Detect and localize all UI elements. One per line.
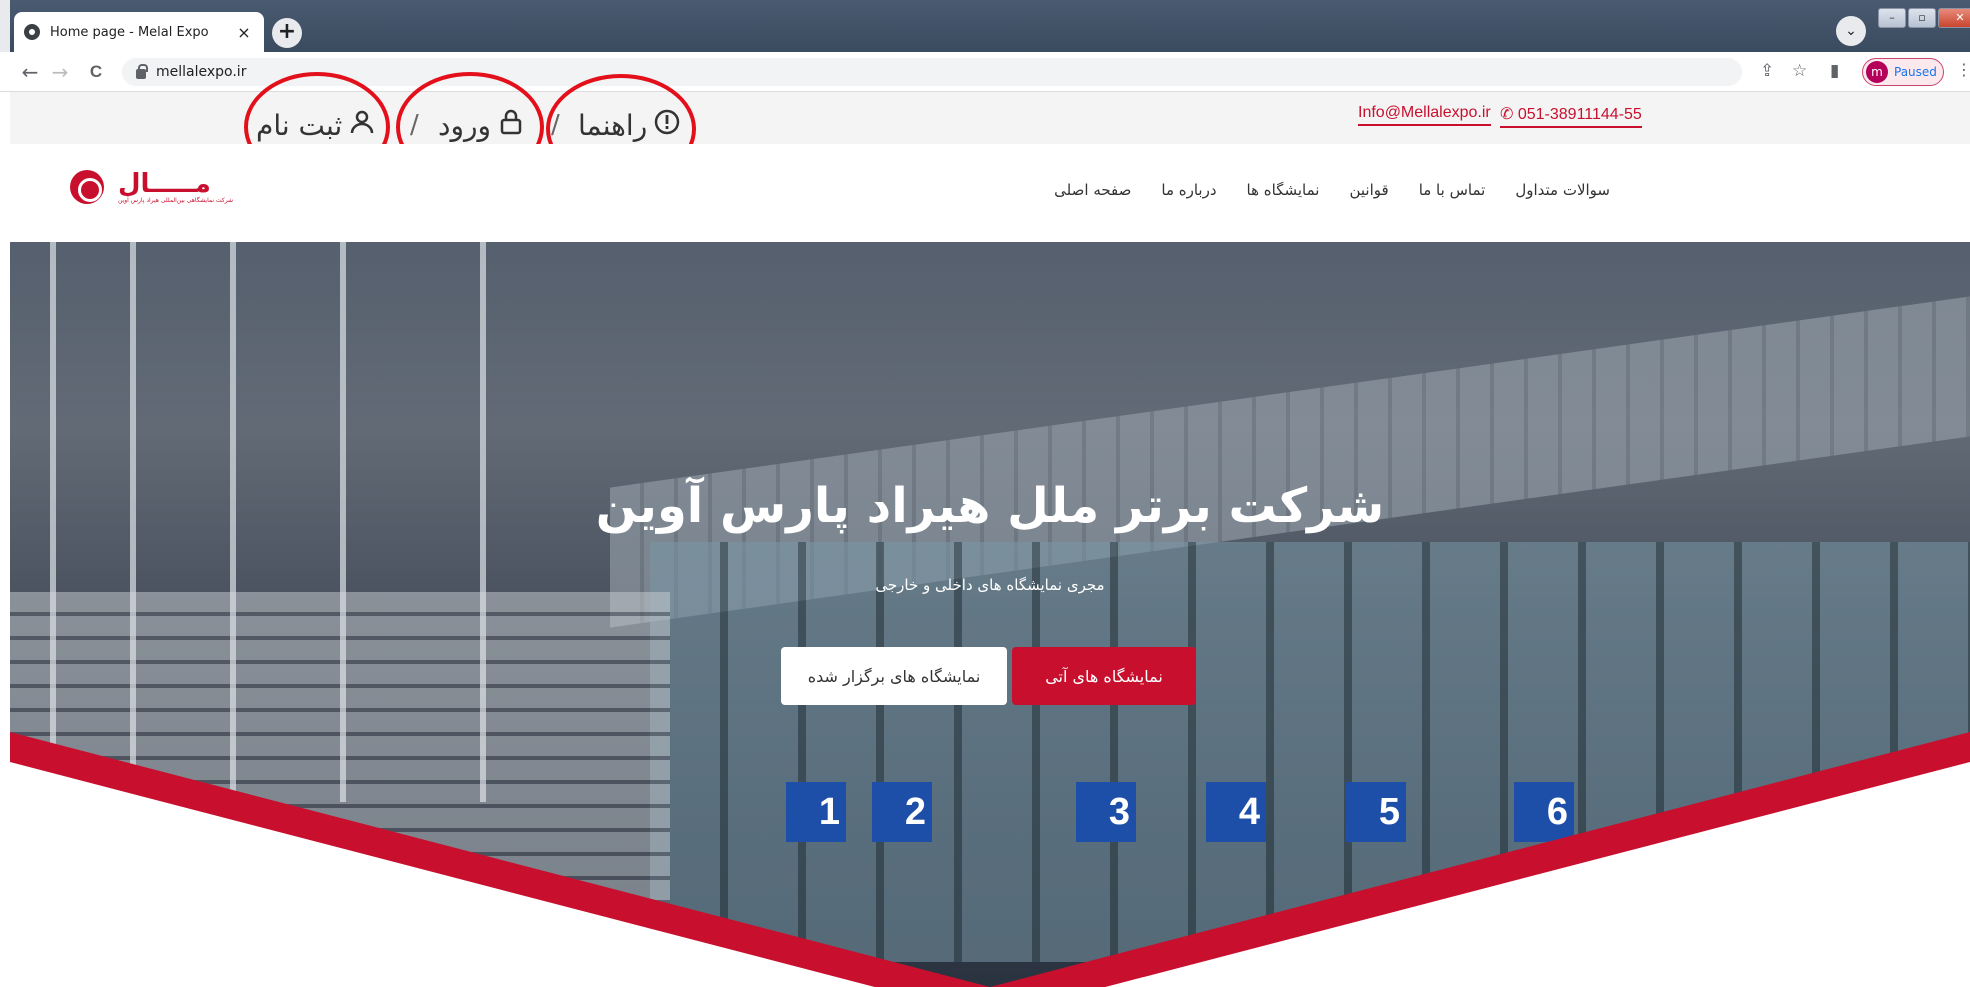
url-field[interactable]: mellalexpo.ir <box>122 58 1742 86</box>
hero-title: شرکت برتر ملل هیراد پارس آوین <box>595 478 1385 534</box>
nav-contact[interactable]: تماس با ما <box>1419 181 1486 199</box>
tab-search-icon[interactable]: ⌄ <box>1836 16 1866 46</box>
window-controls: – ▫ ✕ <box>1878 8 1970 28</box>
lock-icon[interactable] <box>136 64 148 79</box>
minimize-button[interactable]: – <box>1878 8 1906 28</box>
bookmark-star-icon[interactable]: ☆ <box>1792 61 1807 81</box>
avatar: m <box>1866 61 1888 83</box>
browser-tab-strip: Home page - Melal Expo × + ⌄ – ▫ ✕ <box>0 0 1970 52</box>
new-tab-button[interactable]: + <box>272 18 302 48</box>
nav-about[interactable]: درباره ما <box>1161 181 1216 199</box>
hero-bottom-chevron <box>10 732 1970 987</box>
hero-subtitle: مجری نمایشگاه های داخلی و خارجی <box>875 576 1105 594</box>
site-logo[interactable]: مـــــال شرکت نمایشگاهی بین‌المللی هیراد… <box>70 170 233 204</box>
hero-section: 1 2 3 4 5 6 شرکت برتر ملل هیراد پارس آوی… <box>10 242 1970 987</box>
side-panel-icon[interactable]: ▮ <box>1830 61 1839 81</box>
logo-word: مـــــال <box>118 168 211 199</box>
nav-home[interactable]: صفحه اصلی <box>1054 181 1131 199</box>
tab-close-icon[interactable]: × <box>234 23 254 42</box>
window-edge <box>0 0 10 52</box>
logo-emblem-icon <box>70 170 104 204</box>
share-icon[interactable]: ⇪ <box>1760 61 1774 81</box>
nav-faq[interactable]: سوالات متداول <box>1515 181 1610 199</box>
profile-status: Paused <box>1894 65 1937 79</box>
forward-icon[interactable]: → <box>48 60 72 84</box>
maximize-button[interactable]: ▫ <box>1908 8 1936 28</box>
close-window-button[interactable]: ✕ <box>1938 8 1970 28</box>
url-text: mellalexpo.ir <box>156 64 247 80</box>
email-link[interactable]: Info@Mellalexpo.ir <box>1358 104 1491 126</box>
phone-number: 051-38911144-55 <box>1517 106 1642 123</box>
tab-title: Home page - Melal Expo <box>50 24 209 40</box>
upcoming-exhibitions-button[interactable]: نمایشگاه های آتی <box>1012 647 1196 705</box>
browser-menu-icon[interactable]: ⋮ <box>1956 60 1970 79</box>
past-exhibitions-button[interactable]: نمایشگاه های برگزار شده <box>781 647 1007 705</box>
profile-button[interactable]: m Paused <box>1862 58 1944 86</box>
nav-rules[interactable]: قوانین <box>1349 181 1388 199</box>
reload-icon[interactable]: C <box>84 62 108 82</box>
main-nav: صفحه اصلی درباره ما نمایشگاه ها قوانین ت… <box>1054 181 1610 199</box>
site-favicon-icon <box>24 24 40 40</box>
phone-link[interactable]: ✆ 051-38911144-55 <box>1500 104 1642 128</box>
browser-tab[interactable]: Home page - Melal Expo × <box>14 12 264 52</box>
site-header <box>10 144 1970 242</box>
back-icon[interactable]: ← <box>18 60 42 84</box>
nav-exhibitions[interactable]: نمایشگاه ها <box>1247 181 1320 199</box>
phone-icon: ✆ <box>1500 106 1518 123</box>
logo-subtitle: شرکت نمایشگاهی بین‌المللی هیراد پارس آوی… <box>118 196 234 204</box>
